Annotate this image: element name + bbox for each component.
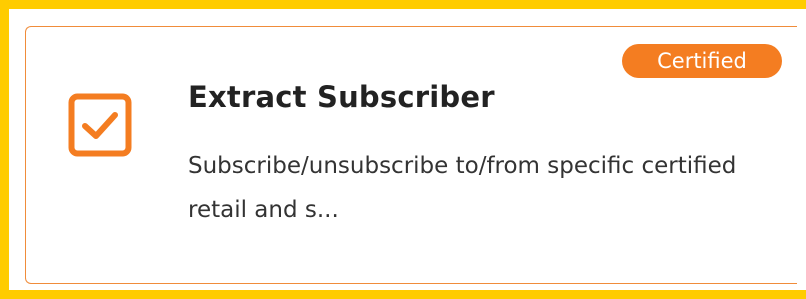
card-description: Subscribe/unsubscribe to/from specific c… [188, 153, 737, 223]
card-title[interactable]: Extract Subscriber [188, 80, 495, 114]
checkbox-checked-icon [68, 93, 132, 157]
certified-badge: Certified [622, 44, 782, 78]
